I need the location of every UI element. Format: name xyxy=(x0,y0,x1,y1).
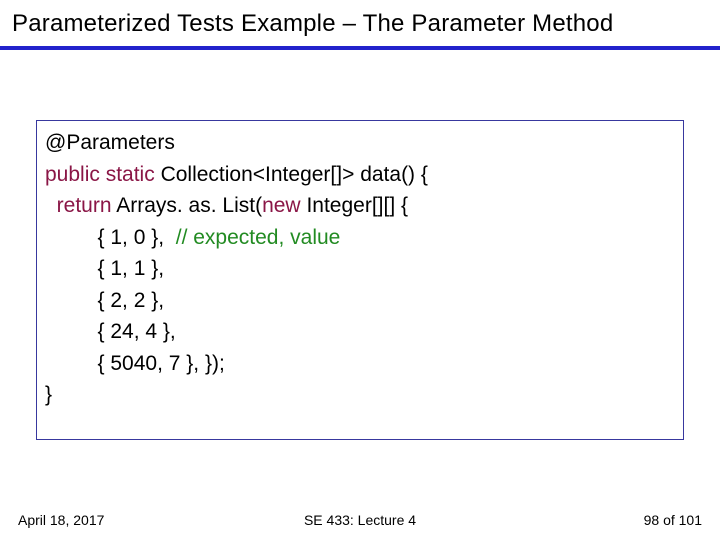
footer-date: April 18, 2017 xyxy=(18,512,104,528)
code-line-8: { 5040, 7 }, }); xyxy=(45,348,675,380)
footer-page: 98 of 101 xyxy=(644,512,702,528)
slide: Parameterized Tests Example – The Parame… xyxy=(0,0,720,540)
footer: April 18, 2017 SE 433: Lecture 4 98 of 1… xyxy=(0,512,720,528)
keyword-static: static xyxy=(100,163,155,186)
code-line-9: } xyxy=(45,379,675,411)
code-line-2: public static Collection<Integer[]> data… xyxy=(45,159,675,191)
code-line-4: { 1, 0 }, // expected, value xyxy=(45,222,675,254)
code-text: { 1, 0 }, xyxy=(45,226,176,249)
annotation: @Parameters xyxy=(45,131,175,154)
code-line-3: return Arrays. as. List(new Integer[][] … xyxy=(45,190,675,222)
slide-title: Parameterized Tests Example – The Parame… xyxy=(12,10,708,38)
code-text: Integer[][] { xyxy=(301,194,408,217)
code-line-1: @Parameters xyxy=(45,127,675,159)
code-line-5: { 1, 1 }, xyxy=(45,253,675,285)
code-line-6: { 2, 2 }, xyxy=(45,285,675,317)
keyword-return: return xyxy=(45,194,112,217)
code-text: Collection<Integer[]> data() { xyxy=(155,163,428,186)
title-region: Parameterized Tests Example – The Parame… xyxy=(0,0,720,44)
comment: // expected, value xyxy=(176,226,341,249)
footer-center: SE 433: Lecture 4 xyxy=(304,512,416,528)
keyword-new: new xyxy=(262,194,301,217)
keyword-public: public xyxy=(45,163,100,186)
code-block: @Parameters public static Collection<Int… xyxy=(36,120,684,440)
code-line-7: { 24, 4 }, xyxy=(45,316,675,348)
code-text: Arrays. as. List( xyxy=(112,194,263,217)
title-underline xyxy=(0,46,720,50)
